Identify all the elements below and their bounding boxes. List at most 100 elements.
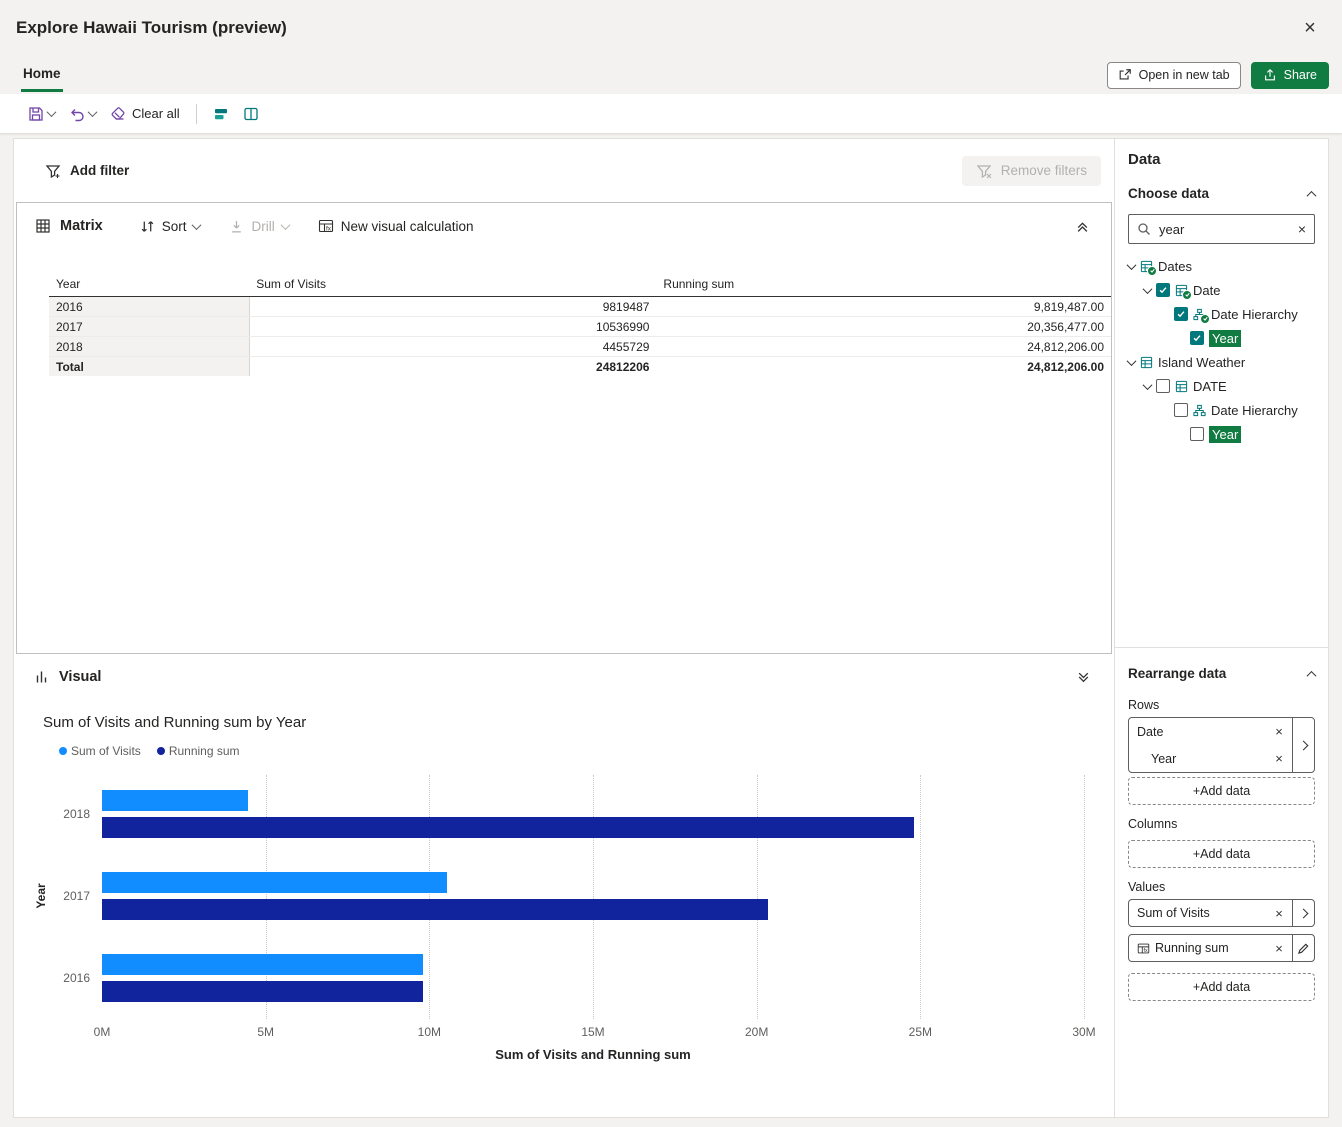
chevron-down-icon[interactable]: [1126, 259, 1137, 270]
add-data-columns-button[interactable]: +Add data: [1128, 840, 1315, 868]
svg-text:fx: fx: [326, 225, 332, 232]
double-chevron-down-icon: [1077, 671, 1090, 684]
chevron-down-icon: [46, 107, 57, 118]
included-check-badge: [1200, 313, 1210, 324]
svg-text:fx: fx: [1144, 947, 1148, 953]
checkbox-checked[interactable]: [1190, 331, 1204, 345]
tree-item-year[interactable]: Year: [1128, 422, 1315, 446]
choose-data-label: Choose data: [1128, 185, 1210, 201]
rows-field-year[interactable]: Year ×: [1129, 745, 1292, 772]
toolbar-divider: [195, 103, 197, 124]
values-field-running-sum[interactable]: fx Running sum ×: [1128, 934, 1315, 962]
matrix-row[interactable]: 2016 9819487 9,819,487.00: [49, 296, 1111, 317]
open-in-new-tab-label: Open in new tab: [1138, 68, 1230, 82]
bar-sum-of-visits-2016[interactable]: [102, 954, 424, 975]
data-pane-icon: [213, 106, 229, 122]
new-visual-calculation-button[interactable]: fx New visual calculation: [312, 214, 480, 238]
y-tick-label: 2017: [63, 889, 90, 903]
tree-item-year[interactable]: Year: [1128, 326, 1315, 350]
matrix-row[interactable]: Total 24812206 24,812,206.00: [49, 356, 1111, 376]
tab-home[interactable]: Home: [21, 58, 63, 92]
sort-button[interactable]: Sort: [134, 215, 207, 238]
tree-item-date[interactable]: DATE: [1128, 374, 1315, 398]
collapse-matrix-button[interactable]: [1072, 216, 1093, 237]
edit-calculation-button[interactable]: [1292, 935, 1314, 961]
open-in-new-tab-button[interactable]: Open in new tab: [1106, 61, 1241, 89]
checkbox-unchecked[interactable]: [1156, 379, 1170, 393]
checkbox-checked[interactable]: [1156, 283, 1170, 297]
values-field-sum-of-visits[interactable]: Sum of Visits ×: [1128, 899, 1315, 927]
choose-data-section: Data Choose data × DatesDate Date Hierarc…: [1115, 139, 1328, 648]
field-chip-label: Running sum: [1155, 941, 1229, 955]
x-tick-label: 0M: [93, 1025, 111, 1039]
matrix-column-header[interactable]: Running sum: [656, 275, 1111, 297]
legend-item-running-sum[interactable]: Running sum: [156, 744, 240, 758]
chevron-down-icon[interactable]: [1142, 379, 1153, 390]
share-label: Share: [1283, 68, 1317, 82]
expand-values-field-button[interactable]: [1292, 900, 1314, 926]
matrix-row[interactable]: 2017 10536990 20,356,477.00: [49, 316, 1111, 337]
x-tick-label: 5M: [257, 1025, 274, 1039]
add-filter-button[interactable]: Add filter: [45, 163, 129, 179]
rows-field-date[interactable]: Date ×: [1129, 718, 1292, 745]
bar-sum-of-visits-2017[interactable]: [102, 872, 447, 893]
remove-field-button[interactable]: ×: [1270, 750, 1288, 768]
clear-search-button[interactable]: ×: [1298, 221, 1306, 237]
expand-visual-button[interactable]: [1073, 667, 1094, 688]
remove-field-button[interactable]: ×: [1270, 939, 1288, 957]
bar-sum-of-visits-2018[interactable]: [102, 790, 248, 811]
legend-item-sum-of-visits[interactable]: Sum of Visits: [59, 744, 141, 758]
share-button[interactable]: Share: [1250, 61, 1329, 89]
collapse-choose-data-button[interactable]: [1306, 186, 1317, 201]
x-tick-label: 10M: [417, 1025, 441, 1039]
tree-item-date[interactable]: Date: [1128, 278, 1315, 302]
rearrange-data-header: Rearrange data: [1128, 658, 1317, 688]
add-data-rows-button[interactable]: +Add data: [1128, 777, 1315, 805]
remove-field-button[interactable]: ×: [1270, 904, 1288, 922]
matrix-row[interactable]: 2018 4455729 24,812,206.00: [49, 336, 1111, 357]
undo-icon: [69, 106, 85, 122]
checkbox-unchecked[interactable]: [1190, 427, 1204, 441]
matrix-column-header[interactable]: Year: [49, 275, 250, 297]
rearrange-data-label: Rearrange data: [1128, 665, 1227, 681]
data-panel: Data Choose data × DatesDateDate Hierarc…: [1114, 139, 1328, 1117]
data-pane-toggle-button[interactable]: [207, 101, 235, 127]
remove-field-button[interactable]: ×: [1270, 723, 1288, 741]
split-view-button[interactable]: [237, 101, 265, 127]
matrix-column-header[interactable]: Sum of Visits: [249, 275, 657, 297]
split-view-icon: [243, 106, 259, 122]
matrix-visual-panel: Matrix Sort Drill fx New visual calculat…: [16, 202, 1112, 654]
y-axis-title: Year: [34, 883, 48, 909]
visual-panel-title: Visual: [59, 669, 102, 685]
chevron-down-icon[interactable]: [1142, 283, 1153, 294]
eraser-icon: [110, 106, 126, 122]
bar-running-sum-2016[interactable]: [102, 981, 424, 1002]
category-slot-2018: 2018: [63, 773, 1084, 855]
tree-item-dates[interactable]: Dates: [1126, 254, 1315, 278]
matrix-table[interactable]: Year Sum of Visits Running sum 2016 9819487 9…: [49, 275, 1111, 376]
chevron-up-icon: [1306, 190, 1317, 201]
tree-item-island-weather[interactable]: Island Weather: [1126, 350, 1315, 374]
undo-button[interactable]: [63, 101, 102, 127]
tree-item-date-hierarchy[interactable]: Date Hierarchy: [1128, 398, 1315, 422]
clear-all-button[interactable]: Clear all: [104, 101, 186, 127]
search-input[interactable]: [1159, 221, 1290, 237]
save-button[interactable]: [22, 101, 61, 127]
y-tick-label: 2016: [63, 971, 90, 985]
add-data-values-button[interactable]: +Add data: [1128, 973, 1315, 1001]
checkbox-unchecked[interactable]: [1174, 403, 1188, 417]
search-icon: [1137, 222, 1151, 236]
table-icon: [1175, 380, 1188, 393]
search-box[interactable]: ×: [1128, 214, 1315, 244]
collapse-rearrange-button[interactable]: [1306, 666, 1317, 681]
bar-running-sum-2017[interactable]: [102, 899, 769, 920]
chevron-down-icon[interactable]: [1126, 355, 1137, 366]
expand-rows-field-button[interactable]: [1292, 718, 1314, 772]
bar-running-sum-2018[interactable]: [102, 817, 915, 838]
checkbox-checked[interactable]: [1174, 307, 1188, 321]
close-button[interactable]: ×: [1296, 14, 1324, 42]
field-chip-label: Date: [1137, 724, 1164, 739]
tree-item-label: Dates: [1158, 258, 1192, 274]
tree-item-date-hierarchy[interactable]: Date Hierarchy: [1128, 302, 1315, 326]
matrix-panel-title: Matrix: [60, 218, 103, 234]
